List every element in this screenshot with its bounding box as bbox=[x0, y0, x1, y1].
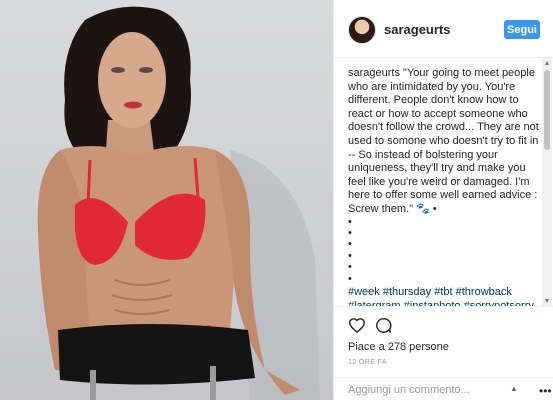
input-resize-icon: ▲ bbox=[510, 384, 518, 393]
dot-line: • bbox=[348, 249, 352, 262]
caption: sarageurts "Your going to meet people wh… bbox=[348, 67, 540, 217]
post-side-panel: sarageurts Segui sarageurts "Your going … bbox=[333, 0, 553, 400]
post-photo[interactable] bbox=[0, 0, 333, 400]
scroll-thumb[interactable] bbox=[544, 70, 550, 150]
comment-icon[interactable] bbox=[375, 317, 392, 339]
post-header: sarageurts Segui bbox=[334, 0, 553, 58]
scroll-up-arrow-icon[interactable]: ▲ bbox=[542, 58, 552, 68]
follow-button[interactable]: Segui bbox=[504, 20, 540, 39]
caption-area: sarageurts "Your going to meet people wh… bbox=[334, 58, 553, 306]
dot-line: • bbox=[348, 215, 352, 228]
scroll-down-arrow-icon[interactable]: ▼ bbox=[542, 296, 552, 306]
caption-dots: • • • • • • bbox=[348, 215, 540, 285]
post-image bbox=[37, 6, 320, 400]
more-icon[interactable]: ••• bbox=[539, 384, 552, 398]
post-timestamp: 12 ORE FA bbox=[348, 359, 388, 366]
dot-line: • bbox=[348, 272, 352, 285]
header-username[interactable]: sarageurts bbox=[384, 22, 450, 37]
caption-text: "Your going to meet people who are intim… bbox=[348, 67, 539, 215]
comment-input[interactable] bbox=[348, 383, 498, 397]
caption-author[interactable]: sarageurts bbox=[348, 67, 400, 79]
dot-line: • bbox=[348, 226, 352, 239]
likes-count[interactable]: Piace a 278 persone bbox=[348, 341, 449, 353]
comment-row: ▲ ••• bbox=[334, 377, 553, 400]
hashtags[interactable]: #week #thursday #tbt #throwback #latergr… bbox=[348, 286, 544, 306]
caption-scrollbar[interactable]: ▲ ▼ bbox=[542, 58, 552, 306]
heart-icon[interactable] bbox=[348, 317, 366, 338]
avatar[interactable] bbox=[348, 16, 376, 44]
post-actions: Piace a 278 persone 12 ORE FA ▲ ••• bbox=[334, 306, 553, 400]
dot-line: • bbox=[348, 261, 352, 274]
dot-line: • bbox=[348, 238, 352, 251]
